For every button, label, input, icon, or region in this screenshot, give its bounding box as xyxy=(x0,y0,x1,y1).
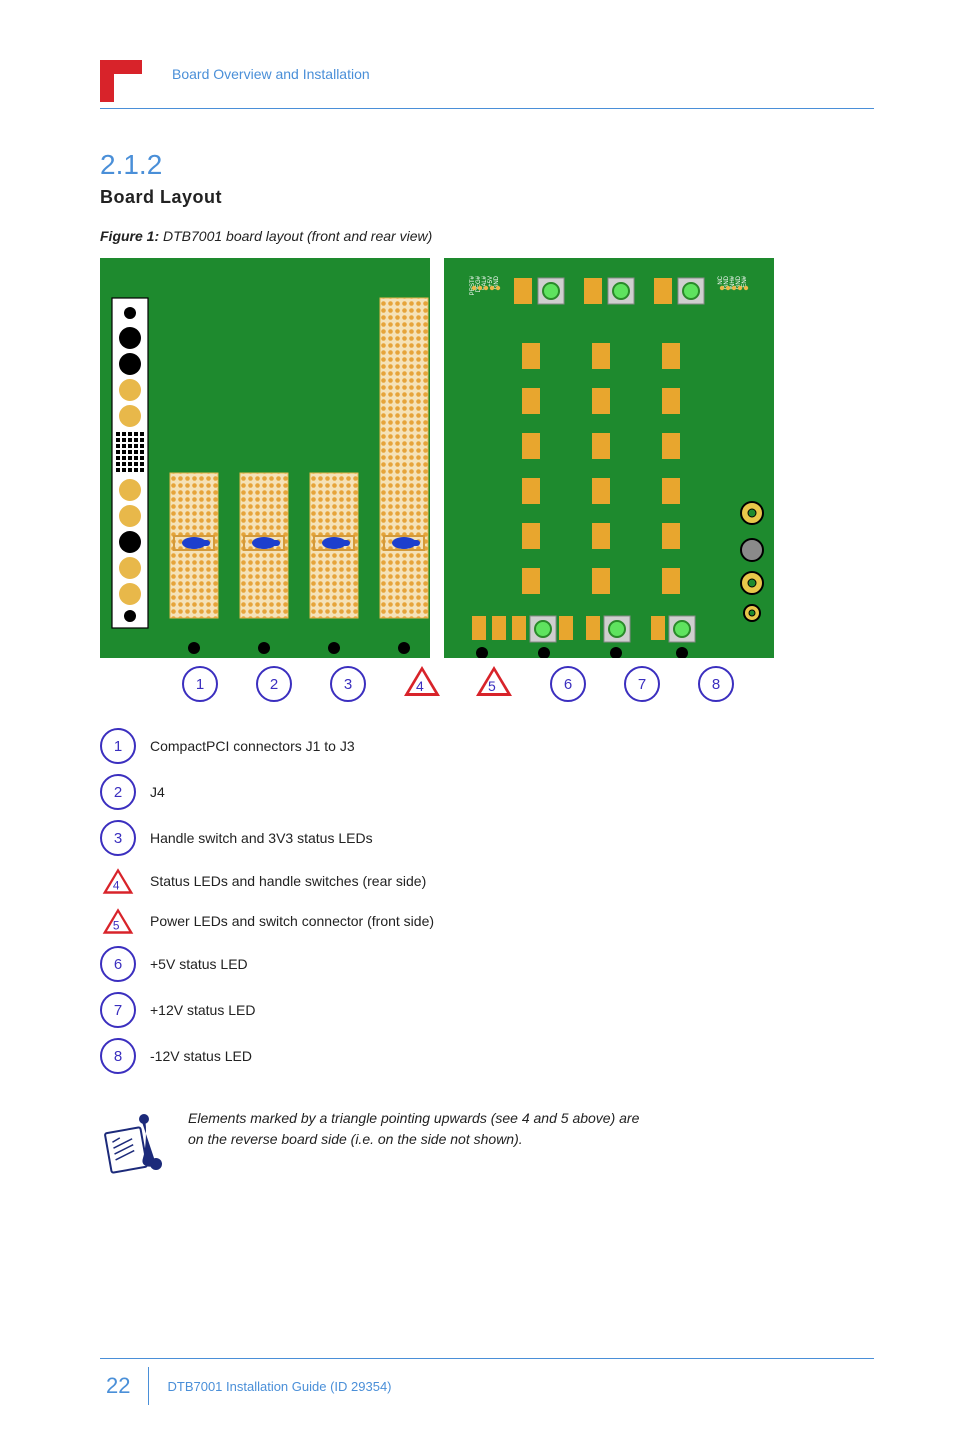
note: Elements marked by a triangle pointing u… xyxy=(100,1108,874,1178)
legend-row: 5 Power LEDs and switch connector (front … xyxy=(100,906,874,936)
page-footer: 22 DTB7001 Installation Guide (ID 29354) xyxy=(100,1358,874,1405)
note-icon xyxy=(100,1108,170,1178)
legend-text: CompactPCI connectors J1 to J3 xyxy=(150,738,355,754)
footer-text: DTB7001 Installation Guide (ID 29354) xyxy=(167,1379,391,1394)
figure-caption-text: DTB7001 board layout (front and rear vie… xyxy=(163,228,432,244)
marker-3: 3 xyxy=(330,666,366,702)
legend-marker: 4 xyxy=(103,868,134,894)
legend-marker: 3 xyxy=(100,820,136,856)
header-breadcrumb: Board Overview and Installation xyxy=(172,66,370,82)
marker-1: 1 xyxy=(182,666,218,702)
note-line: Elements marked by a triangle pointing u… xyxy=(188,1108,639,1129)
svg-text:EN#: EN# xyxy=(742,275,748,287)
legend-text: +12V status LED xyxy=(150,1002,255,1018)
board-rear-view: PRST# DEG# FAL# +5V GND NC GND INH# GND … xyxy=(444,258,774,658)
figure-caption-prefix: Figure 1: xyxy=(100,228,159,244)
legend-marker: 8 xyxy=(100,1038,136,1074)
legend-row: 8 -12V status LED xyxy=(100,1038,874,1074)
marker-6: 6 xyxy=(550,666,586,702)
legend-marker: 2 xyxy=(100,774,136,810)
figure-legend: 1 CompactPCI connectors J1 to J3 2 J4 3 Han… xyxy=(100,728,874,1074)
legend-text: +5V status LED xyxy=(150,956,248,972)
legend-row: 1 CompactPCI connectors J1 to J3 xyxy=(100,728,874,764)
marker-4: 4 xyxy=(404,666,440,696)
legend-row: 6 +5V status LED xyxy=(100,946,874,982)
legend-row: 3 Handle switch and 3V3 status LEDs xyxy=(100,820,874,856)
legend-marker: 7 xyxy=(100,992,136,1028)
legend-text: -12V status LED xyxy=(150,1048,252,1064)
legend-text: Power LEDs and switch connector (front s… xyxy=(150,913,434,929)
legend-row: 4 Status LEDs and handle switches (rear s… xyxy=(100,866,874,896)
markers-right: 5 6 7 8 xyxy=(454,666,734,702)
section-title: Board Layout xyxy=(100,187,874,208)
marker-2: 2 xyxy=(256,666,292,702)
legend-row: 2 J4 xyxy=(100,774,874,810)
legend-text: Status LEDs and handle switches (rear si… xyxy=(150,873,426,889)
legend-marker: 5 xyxy=(103,908,134,934)
legend-marker: 1 xyxy=(100,728,136,764)
markers-left: 1 2 3 4 xyxy=(100,666,440,702)
page-header: Board Overview and Installation xyxy=(100,60,874,109)
legend-text: J4 xyxy=(150,784,165,800)
brand-logo-icon xyxy=(100,60,142,102)
legend-row: 7 +12V status LED xyxy=(100,992,874,1028)
marker-8: 8 xyxy=(698,666,734,702)
legend-marker: 6 xyxy=(100,946,136,982)
page-number: 22 xyxy=(100,1367,149,1405)
marker-5: 5 xyxy=(476,666,512,696)
section-number: 2.1.2 xyxy=(100,149,874,181)
figure-caption: Figure 1: DTB7001 board layout (front an… xyxy=(100,228,874,244)
note-line: on the reverse board side (i.e. on the s… xyxy=(188,1129,639,1150)
board-front-view xyxy=(100,258,430,658)
marker-7: 7 xyxy=(624,666,660,702)
legend-text: Handle switch and 3V3 status LEDs xyxy=(150,830,373,846)
board-figure: PRST# DEG# FAL# +5V GND NC GND INH# GND … xyxy=(100,258,874,658)
note-text: Elements marked by a triangle pointing u… xyxy=(188,1108,639,1150)
